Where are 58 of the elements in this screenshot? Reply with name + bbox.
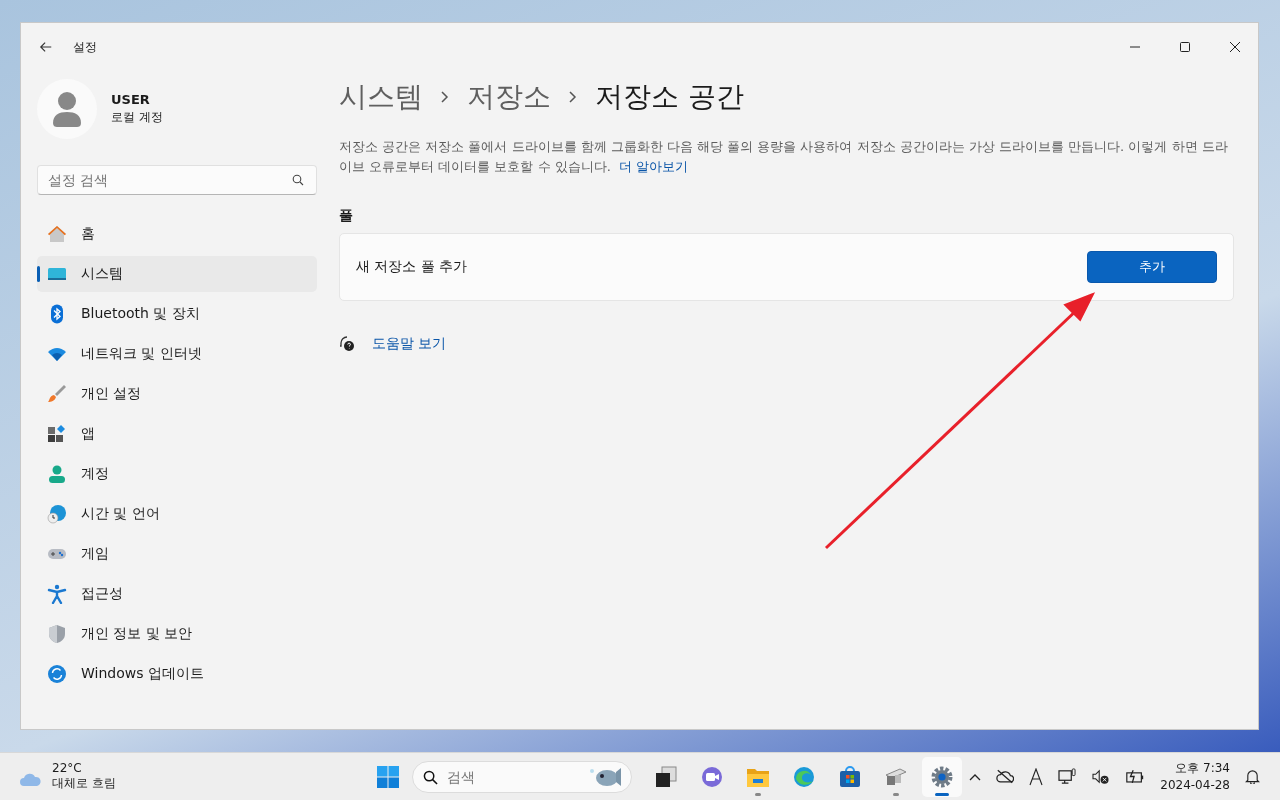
learn-more-link[interactable]: 더 알아보기	[619, 159, 689, 174]
nav-item[interactable]: 시스템	[37, 256, 317, 292]
house-icon	[47, 224, 67, 244]
search-icon	[423, 769, 438, 785]
user-name: USER	[111, 92, 151, 107]
nav-item[interactable]: 홈	[37, 216, 317, 252]
breadcrumb-item[interactable]: 저장소	[467, 78, 551, 116]
window-title: 설정	[73, 38, 97, 56]
nav-item[interactable]: 앱	[37, 416, 317, 452]
description-text: 저장소 공간은 저장소 풀에서 드라이브를 함께 그룹화한 다음 해당 풀의 용량을 사용하여 저장소 공간이라는 가상 드라이브를 만듭니다. 이렇게 하면 드라이브 오류로부터 데이터를 보호할 수 있습니다. 더 알아보기	[339, 138, 1229, 176]
nav-item[interactable]: 개인 설정	[37, 376, 317, 412]
card-label: 새 저장소 풀 추가	[356, 258, 468, 276]
nav-item[interactable]: 시간 및 언어	[37, 496, 317, 532]
chevron-icon	[569, 91, 577, 103]
help-link[interactable]: 도움말 보기	[372, 335, 447, 353]
nav-item[interactable]: 계정	[37, 456, 317, 492]
help-chat-icon	[339, 336, 355, 352]
nav-item[interactable]: Bluetooth 및 장치	[37, 296, 317, 332]
search-icon	[292, 174, 304, 186]
taskbar-search-field[interactable]: 검색	[412, 760, 632, 793]
monitor-plug-icon[interactable]	[1058, 768, 1078, 785]
back-arrow-icon[interactable]	[39, 40, 53, 54]
clock-time[interactable]: 오후 7:34	[1160, 759, 1230, 777]
bell-icon[interactable]	[1245, 769, 1260, 784]
accessibility-icon	[47, 584, 67, 604]
nav-item[interactable]: Windows 업데이트	[37, 656, 317, 692]
nav-item[interactable]: 개인 정보 및 보안	[37, 616, 317, 652]
start-icon[interactable]	[376, 764, 400, 789]
speaker-muted-icon[interactable]	[1092, 768, 1111, 785]
paintbrush-icon	[47, 384, 67, 404]
windows-stack-icon	[654, 764, 678, 789]
clock-date[interactable]: 2024-04-28	[1160, 776, 1230, 794]
chevron-up-icon[interactable]	[969, 772, 982, 781]
apps-grid-icon	[47, 424, 67, 444]
breadcrumb-item[interactable]: 시스템	[339, 78, 423, 116]
breadcrumb-item: 저장소 공간	[595, 79, 744, 115]
nav-item[interactable]: 접근성	[37, 576, 317, 612]
chevron-icon	[441, 91, 449, 103]
add-button[interactable]: 추가	[1087, 251, 1217, 283]
temperature: 22°C	[52, 761, 83, 775]
shopping-bag-icon	[838, 764, 862, 789]
browser-icon	[792, 764, 816, 789]
video-chat-icon	[700, 764, 724, 789]
weather-condition: 대체로 흐림	[52, 775, 116, 792]
battery-charging-icon[interactable]	[1125, 769, 1146, 784]
font-icon[interactable]	[1029, 767, 1044, 786]
search-field[interactable]: 설정 검색	[37, 165, 317, 195]
sync-icon	[47, 664, 67, 684]
shield-icon	[47, 624, 67, 644]
globe-clock-icon	[47, 504, 67, 524]
nav-item[interactable]: 네트워크 및 인터넷	[37, 336, 317, 372]
nav-item[interactable]: 게임	[37, 536, 317, 572]
account-type: 로컬 계정	[111, 109, 163, 126]
cloud-off-icon[interactable]	[996, 769, 1015, 784]
gear-icon	[930, 764, 954, 789]
fish-icon	[588, 765, 622, 788]
person-icon	[47, 464, 67, 484]
section-heading: 풀	[339, 207, 354, 225]
